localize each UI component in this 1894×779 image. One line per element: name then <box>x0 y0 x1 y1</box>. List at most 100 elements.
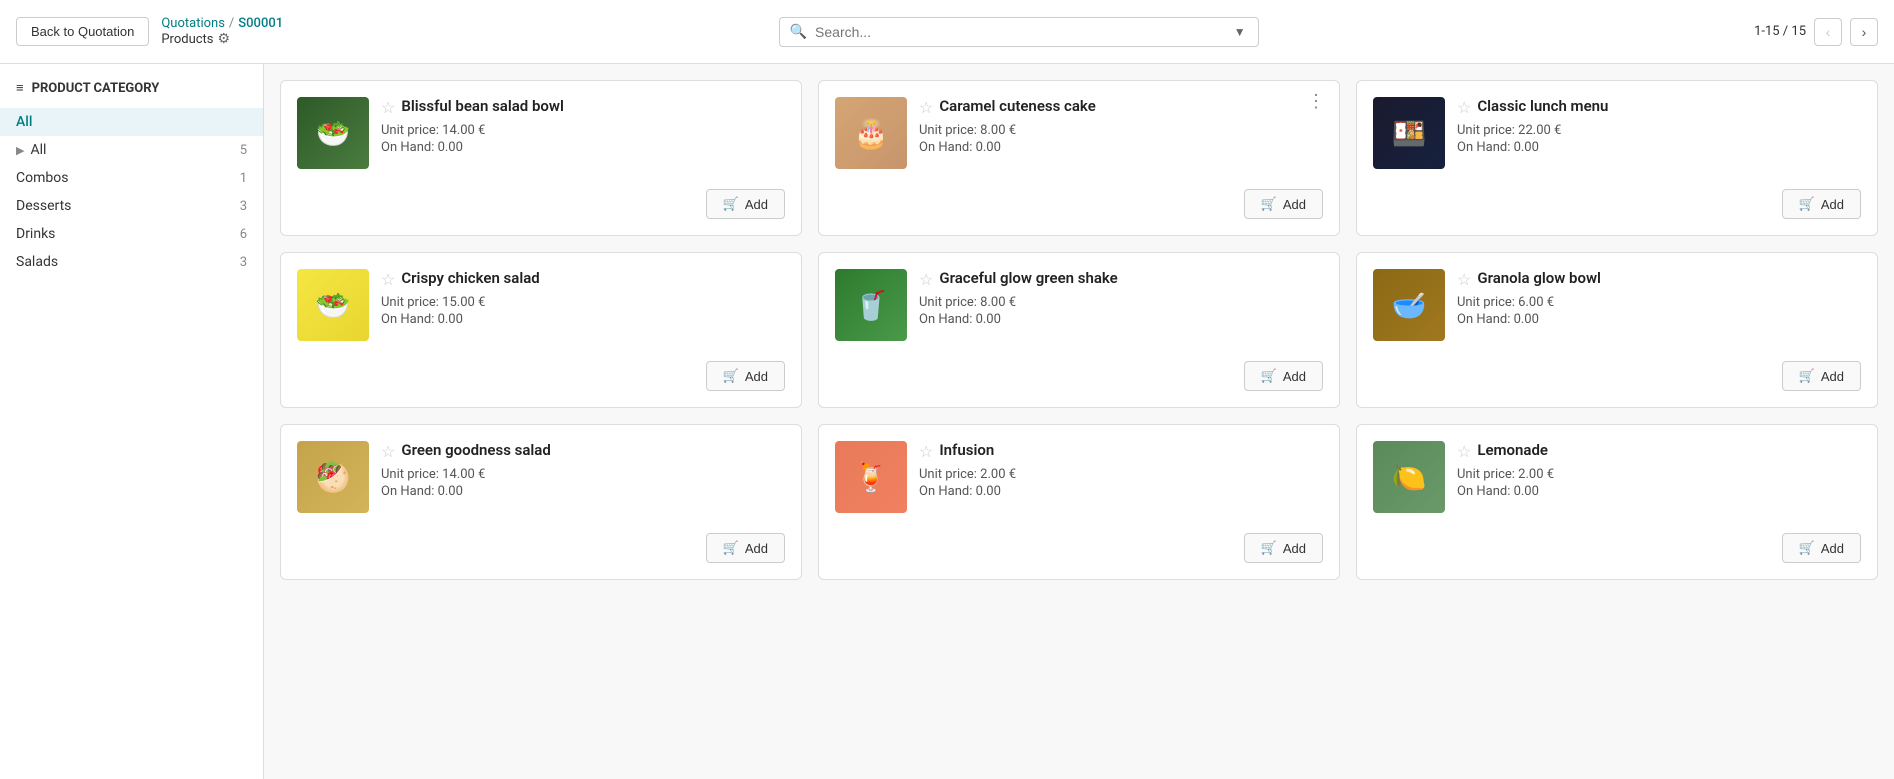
favorite-star-icon[interactable]: ☆ <box>1457 270 1471 289</box>
product-name-row: ☆ Graceful glow green shake <box>919 269 1323 289</box>
sidebar-item-desserts[interactable]: Desserts 3 <box>0 192 263 220</box>
three-dot-menu-button[interactable]: ⋮ <box>1301 89 1331 114</box>
product-info: ☆ Blissful bean salad bowl Unit price: 1… <box>381 97 785 155</box>
add-to-cart-button[interactable]: 🛒 Add <box>1244 533 1323 563</box>
product-card-top: 🎂 ☆ Caramel cuteness cake Unit price: 8.… <box>835 97 1323 169</box>
product-info: ☆ Infusion Unit price: 2.00 € On Hand: 0… <box>919 441 1323 499</box>
product-stock: On Hand: 0.00 <box>919 140 1323 155</box>
sidebar-item-all-sub[interactable]: ▶ All 5 <box>0 136 263 164</box>
favorite-star-icon[interactable]: ☆ <box>381 442 395 461</box>
favorite-star-icon[interactable]: ☆ <box>919 270 933 289</box>
sidebar-item-salads-label: Salads <box>16 254 58 270</box>
product-card-footer: 🛒 Add <box>835 361 1323 391</box>
chevron-right-icon: ▶ <box>16 144 24 157</box>
add-to-cart-button[interactable]: 🛒 Add <box>1244 361 1323 391</box>
add-to-cart-button[interactable]: 🛒 Add <box>706 189 785 219</box>
product-name: Graceful glow green shake <box>939 269 1117 289</box>
product-info: ☆ Classic lunch menu Unit price: 22.00 €… <box>1457 97 1861 155</box>
product-name: Caramel cuteness cake <box>939 97 1095 117</box>
product-card-footer: 🛒 Add <box>297 189 785 219</box>
product-card-1: 🥗 ☆ Blissful bean salad bowl Unit price:… <box>280 80 802 236</box>
pagination-next-button[interactable]: › <box>1850 18 1878 46</box>
add-label: Add <box>1821 541 1844 556</box>
add-label: Add <box>745 541 768 556</box>
product-price: Unit price: 2.00 € <box>919 467 1323 482</box>
search-icon: 🔍 <box>790 24 807 40</box>
product-image: 🍋 <box>1373 441 1445 513</box>
product-name: Crispy chicken salad <box>401 269 539 289</box>
product-info: ☆ Lemonade Unit price: 2.00 € On Hand: 0… <box>1457 441 1861 499</box>
product-stock: On Hand: 0.00 <box>919 312 1323 327</box>
product-name-row: ☆ Granola glow bowl <box>1457 269 1861 289</box>
product-card-footer: 🛒 Add <box>835 533 1323 563</box>
product-stock: On Hand: 0.00 <box>919 484 1323 499</box>
product-card-top: 🍱 ☆ Classic lunch menu Unit price: 22.00… <box>1373 97 1861 169</box>
favorite-star-icon[interactable]: ☆ <box>1457 98 1471 117</box>
add-label: Add <box>1821 197 1844 212</box>
product-card-top: 🥣 ☆ Granola glow bowl Unit price: 6.00 €… <box>1373 269 1861 341</box>
sidebar-item-all-active[interactable]: All <box>0 108 263 136</box>
sidebar-title: ≡ PRODUCT CATEGORY <box>0 80 263 108</box>
sidebar-item-drinks[interactable]: Drinks 6 <box>0 220 263 248</box>
breadcrumb-quotations-link[interactable]: Quotations <box>161 16 225 31</box>
favorite-star-icon[interactable]: ☆ <box>381 270 395 289</box>
product-image: 🥗 <box>297 269 369 341</box>
sidebar: ≡ PRODUCT CATEGORY All ▶ All 5 Combos 1 … <box>0 64 264 779</box>
search-bar: 🔍 ▼ <box>779 17 1259 47</box>
cart-icon: 🛒 <box>1799 196 1815 212</box>
product-stock: On Hand: 0.00 <box>381 312 785 327</box>
product-stock: On Hand: 0.00 <box>1457 140 1861 155</box>
product-card-footer: 🛒 Add <box>297 361 785 391</box>
breadcrumb-top: Quotations / S00001 <box>161 16 283 31</box>
search-input[interactable] <box>815 24 1224 40</box>
product-name-row: ☆ Classic lunch menu <box>1457 97 1861 117</box>
favorite-star-icon[interactable]: ☆ <box>919 442 933 461</box>
sidebar-item-salads[interactable]: Salads 3 <box>0 248 263 276</box>
product-price: Unit price: 8.00 € <box>919 123 1323 138</box>
sidebar-item-drinks-count: 6 <box>240 227 247 242</box>
product-name-row: ☆ Infusion <box>919 441 1323 461</box>
product-image: 🥤 <box>835 269 907 341</box>
add-label: Add <box>745 197 768 212</box>
search-dropdown-button[interactable]: ▼ <box>1232 25 1248 39</box>
breadcrumb-sub: Products ⚙ <box>161 31 283 47</box>
add-to-cart-button[interactable]: 🛒 Add <box>1244 189 1323 219</box>
cart-icon: 🛒 <box>723 196 739 212</box>
add-to-cart-button[interactable]: 🛒 Add <box>1782 533 1861 563</box>
add-to-cart-button[interactable]: 🛒 Add <box>706 533 785 563</box>
product-name: Green goodness salad <box>401 441 550 461</box>
add-to-cart-button[interactable]: 🛒 Add <box>706 361 785 391</box>
back-to-quotation-button[interactable]: Back to Quotation <box>16 17 149 46</box>
favorite-star-icon[interactable]: ☆ <box>919 98 933 117</box>
add-label: Add <box>1821 369 1844 384</box>
product-info: ☆ Green goodness salad Unit price: 14.00… <box>381 441 785 499</box>
product-info: ☆ Caramel cuteness cake Unit price: 8.00… <box>919 97 1323 155</box>
product-stock: On Hand: 0.00 <box>1457 484 1861 499</box>
cart-icon: 🛒 <box>1799 368 1815 384</box>
products-settings-icon[interactable]: ⚙ <box>218 31 231 47</box>
product-price: Unit price: 15.00 € <box>381 295 785 310</box>
breadcrumb-order[interactable]: S00001 <box>238 16 283 31</box>
favorite-star-icon[interactable]: ☆ <box>381 98 395 117</box>
sidebar-item-combos[interactable]: Combos 1 <box>0 164 263 192</box>
product-image: 🍱 <box>1373 97 1445 169</box>
pagination-prev-button[interactable]: ‹ <box>1814 18 1842 46</box>
favorite-star-icon[interactable]: ☆ <box>1457 442 1471 461</box>
product-card-top: 🍋 ☆ Lemonade Unit price: 2.00 € On Hand:… <box>1373 441 1861 513</box>
products-area: 🥗 ☆ Blissful bean salad bowl Unit price:… <box>264 64 1894 779</box>
product-name-row: ☆ Crispy chicken salad <box>381 269 785 289</box>
product-card-footer: 🛒 Add <box>1373 189 1861 219</box>
product-name: Infusion <box>939 441 994 461</box>
product-card-3: 🍱 ☆ Classic lunch menu Unit price: 22.00… <box>1356 80 1878 236</box>
product-card-top: 🍹 ☆ Infusion Unit price: 2.00 € On Hand:… <box>835 441 1323 513</box>
product-image: 🎂 <box>835 97 907 169</box>
product-name: Classic lunch menu <box>1477 97 1608 117</box>
add-to-cart-button[interactable]: 🛒 Add <box>1782 189 1861 219</box>
cart-icon: 🛒 <box>1261 540 1277 556</box>
add-to-cart-button[interactable]: 🛒 Add <box>1782 361 1861 391</box>
product-image: 🍹 <box>835 441 907 513</box>
product-stock: On Hand: 0.00 <box>381 140 785 155</box>
pagination-label: 1-15 / 15 <box>1754 24 1806 39</box>
product-price: Unit price: 14.00 € <box>381 123 785 138</box>
product-card-5: 🥤 ☆ Graceful glow green shake Unit price… <box>818 252 1340 408</box>
